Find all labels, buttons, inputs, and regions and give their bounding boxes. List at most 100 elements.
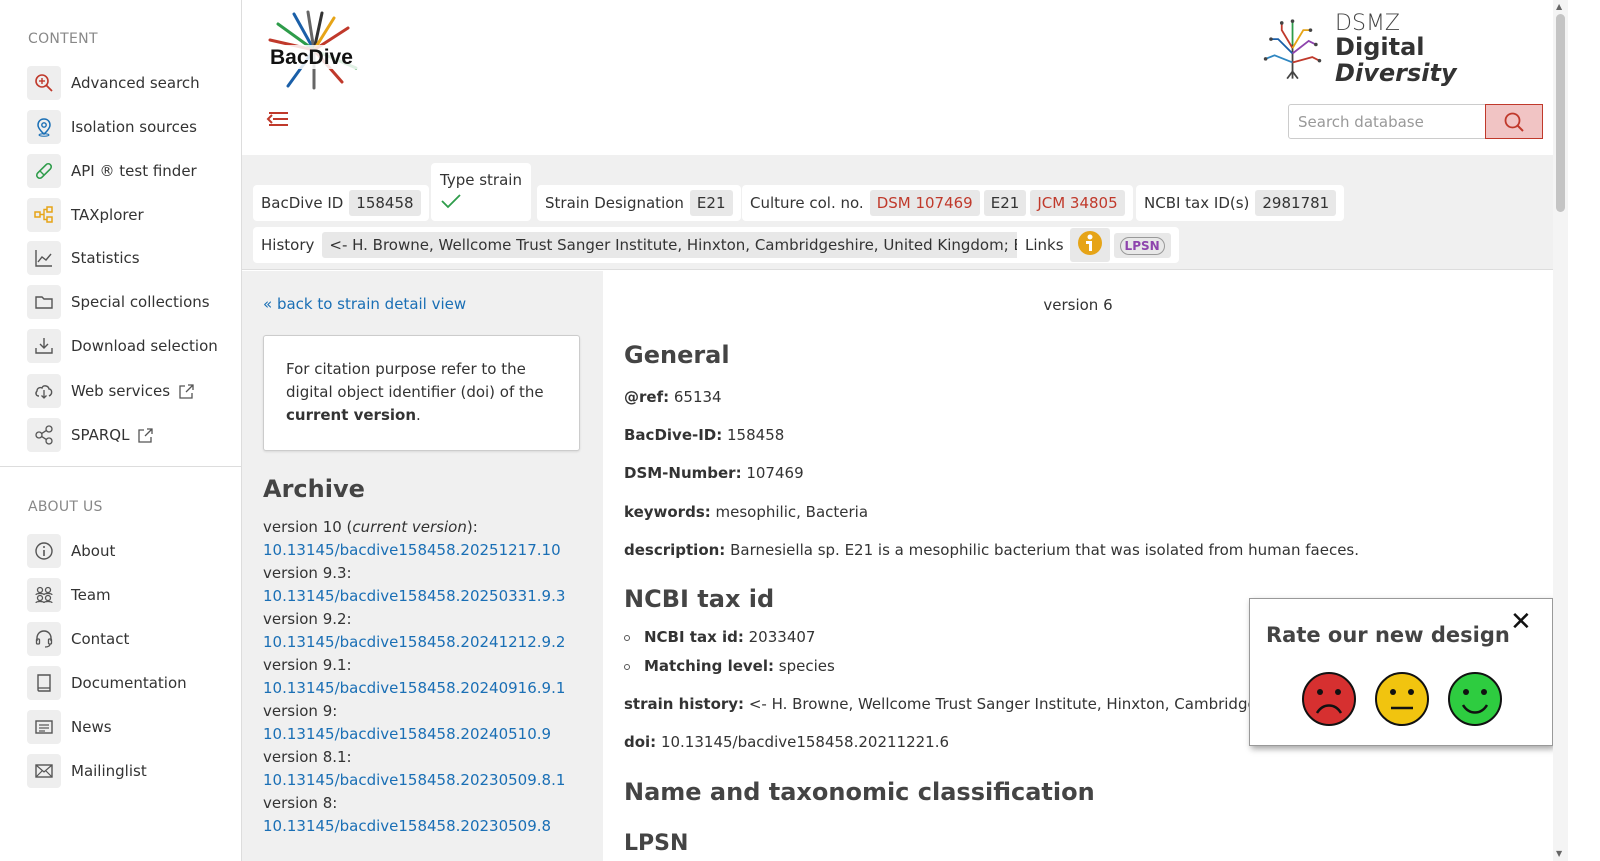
- sidebar-item-isolation-sources[interactable]: Isolation sources: [27, 110, 197, 144]
- team-icon: [27, 578, 61, 612]
- sidebar: CONTENT Advanced search Isolation source…: [0, 0, 242, 861]
- scroll-up-icon[interactable]: ▲: [1556, 2, 1562, 11]
- history-card: History <- H. Browne, Wellcome Trust San…: [253, 227, 1058, 263]
- sidebar-item-about[interactable]: About: [27, 534, 115, 568]
- sidebar-item-label: TAXplorer: [71, 206, 144, 224]
- download-tray-icon: [27, 329, 61, 363]
- bacdive-logo[interactable]: BacDive: [264, 10, 364, 90]
- archive-doi-link[interactable]: 10.13145/bacdive158458.20230509.8.1: [263, 769, 593, 792]
- culture-jcm-link[interactable]: JCM 34805: [1030, 190, 1125, 216]
- lpsn-badge: LPSN: [1119, 236, 1165, 255]
- happy-face-icon: [1448, 672, 1502, 726]
- about-section-title: ABOUT US: [28, 499, 103, 515]
- info-circle-icon: [27, 534, 61, 568]
- archive-version: version 9:: [263, 702, 338, 720]
- archive-doi-link[interactable]: 10.13145/bacdive158458.20250331.9.3: [263, 585, 593, 608]
- page-scrollbar[interactable]: ▲ ▼: [1553, 0, 1568, 861]
- dsm-number-field: DSM-Number: 107469: [624, 464, 804, 482]
- sidebar-item-label: Download selection: [71, 337, 218, 355]
- archive-row: version 8: 10.13145/bacdive158458.202305…: [263, 792, 593, 838]
- location-pin-icon: [27, 110, 61, 144]
- headset-icon: [27, 622, 61, 656]
- happy-face-button[interactable]: [1447, 671, 1503, 731]
- sidebar-item-documentation[interactable]: Documentation: [27, 666, 187, 700]
- dsmz-line1: DSMZ: [1335, 11, 1401, 37]
- search-button[interactable]: [1485, 104, 1543, 139]
- sidebar-item-special-collections[interactable]: Special collections: [27, 285, 210, 319]
- menu-toggle-icon[interactable]: [266, 108, 290, 134]
- lpsn-heading: LPSN: [624, 831, 689, 856]
- type-strain-card: Type strain: [431, 163, 531, 221]
- strain-designation-label: Strain Designation: [545, 194, 684, 212]
- external-link-icon: [178, 383, 195, 400]
- archive-panel: « back to strain detail view For citatio…: [242, 271, 603, 861]
- sidebar-item-web-services[interactable]: Web services: [27, 374, 195, 408]
- strain-designation-card: Strain Designation E21: [537, 185, 741, 221]
- search-input[interactable]: [1288, 104, 1486, 139]
- dsmz-tree-icon: [1263, 19, 1322, 80]
- archive-doi-link[interactable]: 10.13145/bacdive158458.20240916.9.1: [263, 677, 593, 700]
- neutral-face-button[interactable]: [1374, 671, 1430, 731]
- rate-design-popup: Rate our new design ✕: [1249, 598, 1553, 746]
- history-value: <- H. Browne, Wellcome Trust Sanger Inst…: [322, 232, 1050, 258]
- sidebar-item-label: Statistics: [71, 249, 140, 267]
- line-chart-icon: [27, 241, 61, 275]
- sidebar-item-label: Documentation: [71, 674, 187, 692]
- scroll-thumb[interactable]: [1556, 14, 1565, 212]
- archive-list: version 10 (current version): 10.13145/b…: [263, 516, 593, 838]
- keywords-field: keywords: mesophilic, Bacteria: [624, 503, 869, 521]
- archive-doi-link[interactable]: 10.13145/bacdive158458.20240510.9: [263, 723, 593, 746]
- rate-title: Rate our new design: [1266, 623, 1510, 647]
- sidebar-item-contact[interactable]: Contact: [27, 622, 129, 656]
- sidebar-item-sparql[interactable]: SPARQL: [27, 418, 154, 452]
- name-classification-heading: Name and taxonomic classification: [624, 778, 1095, 806]
- checkmark-icon: [440, 193, 462, 213]
- sidebar-item-label: Team: [71, 586, 111, 604]
- archive-row: version 9.3: 10.13145/bacdive158458.2025…: [263, 562, 593, 608]
- culture-dsm-link[interactable]: DSM 107469: [869, 190, 980, 216]
- ncbi-heading: NCBI tax id: [624, 585, 775, 613]
- sidebar-item-download-selection[interactable]: Download selection: [27, 329, 218, 363]
- bacdive-id-card: BacDive ID 158458: [253, 185, 429, 221]
- content-section-title: CONTENT: [28, 31, 98, 47]
- sidebar-item-news[interactable]: News: [27, 710, 112, 744]
- dsmz-line2: Digital Diversity: [1335, 35, 1532, 85]
- scroll-down-icon[interactable]: ▼: [1556, 849, 1562, 858]
- strain-info-bar: BacDive ID 158458 Type strain Strain Des…: [242, 155, 1553, 270]
- dsmz-diversity: Diversity: [1335, 58, 1457, 87]
- close-icon[interactable]: ✕: [1510, 607, 1532, 637]
- search-zoom-icon: [27, 66, 61, 100]
- archive-version: version 9.2:: [263, 610, 352, 628]
- info-link-button[interactable]: [1069, 228, 1110, 262]
- archive-doi-link[interactable]: 10.13145/bacdive158458.20230509.8: [263, 815, 593, 838]
- ref-field: @ref: 65134: [624, 388, 722, 406]
- archive-row: version 10 (current version): 10.13145/b…: [263, 516, 593, 562]
- sidebar-item-label: Mailinglist: [71, 762, 147, 780]
- sidebar-item-advanced-search[interactable]: Advanced search: [27, 66, 200, 100]
- sidebar-item-statistics[interactable]: Statistics: [27, 241, 140, 275]
- sidebar-item-taxplorer[interactable]: TAXplorer: [27, 198, 144, 232]
- envelope-icon: [27, 754, 61, 788]
- sidebar-item-team[interactable]: Team: [27, 578, 111, 612]
- archive-doi-link[interactable]: 10.13145/bacdive158458.20241212.9.2: [263, 631, 593, 654]
- lpsn-link-button[interactable]: LPSN: [1113, 232, 1171, 258]
- sidebar-item-mailinglist[interactable]: Mailinglist: [27, 754, 147, 788]
- header: BacDive DSMZ Digital Diversity: [242, 0, 1553, 155]
- ncbi-taxid-item: NCBI tax id: 2033407: [624, 628, 815, 646]
- culture-collection-label: Culture col. no.: [750, 194, 864, 212]
- logo-text: BacDive: [270, 46, 353, 69]
- sidebar-item-label: Advanced search: [71, 74, 200, 92]
- bacdive-id-label: BacDive ID: [261, 194, 344, 212]
- external-link-icon: [137, 427, 154, 444]
- sidebar-item-api-test-finder[interactable]: API ® test finder: [27, 154, 197, 188]
- archive-version: version 8:: [263, 794, 338, 812]
- dsmz-digital: Digital: [1335, 33, 1425, 62]
- dsmz-logo[interactable]: DSMZ Digital Diversity: [1262, 11, 1532, 85]
- sidebar-item-label: Contact: [71, 630, 130, 648]
- newspaper-icon: [27, 710, 61, 744]
- back-to-strain-link[interactable]: « back to strain detail view: [263, 295, 466, 313]
- archive-doi-link[interactable]: 10.13145/bacdive158458.20251217.10: [263, 539, 593, 562]
- archive-row: version 9.1: 10.13145/bacdive158458.2024…: [263, 654, 593, 700]
- citation-text: For citation purpose refer to the digita…: [286, 360, 544, 401]
- sad-face-button[interactable]: [1301, 671, 1357, 731]
